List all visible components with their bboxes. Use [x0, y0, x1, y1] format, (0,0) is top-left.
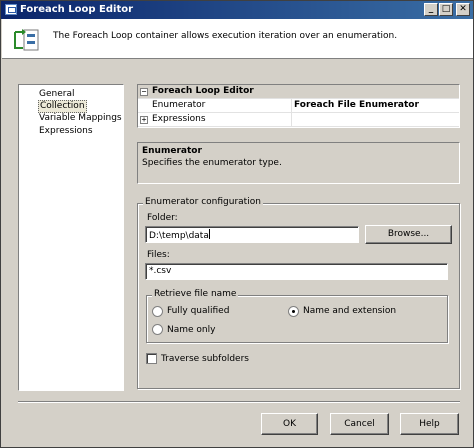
foreach-loop-editor-window: Foreach Loop Editor _ □ ✕ The Foreach Lo…	[0, 0, 474, 448]
description-title: Enumerator	[142, 146, 202, 156]
browse-button[interactable]: Browse...	[365, 225, 452, 244]
fully-qualified-radio[interactable]	[152, 306, 163, 317]
nav-item-general[interactable]: General	[38, 89, 75, 100]
retrieve-file-name-group	[146, 295, 448, 343]
grid-column-divider	[291, 99, 292, 127]
property-name: Enumerator	[152, 100, 206, 110]
files-input[interactable]: *.csv	[145, 263, 448, 280]
fully-qualified-label[interactable]: Fully qualified	[167, 306, 229, 316]
description-text: Specifies the enumerator type.	[142, 158, 282, 168]
foreach-loop-icon	[14, 29, 39, 51]
name-and-extension-radio[interactable]	[288, 306, 299, 317]
files-value: *.csv	[149, 266, 172, 276]
footer-separator	[18, 401, 460, 403]
traverse-subfolders-checkbox[interactable]	[146, 353, 157, 364]
collapse-icon[interactable]: −	[140, 88, 148, 96]
ok-button[interactable]: OK	[261, 413, 318, 435]
expand-icon[interactable]: +	[140, 116, 148, 124]
name-only-radio[interactable]	[152, 324, 163, 335]
text-caret	[208, 229, 210, 239]
nav-list: General Collection Variable Mappings Exp…	[18, 84, 124, 391]
property-grid: − Foreach Loop Editor Enumerator Foreach…	[137, 84, 460, 128]
folder-value: D:\temp\data	[149, 231, 209, 241]
nav-item-collection[interactable]: Collection	[38, 100, 87, 113]
grid-row-expressions[interactable]: + Expressions	[138, 113, 459, 127]
header-description: The Foreach Loop container allows execut…	[53, 31, 398, 41]
nav-item-variable-mappings[interactable]: Variable Mappings	[38, 113, 123, 124]
title-bar[interactable]: Foreach Loop Editor _ □ ✕	[1, 1, 473, 19]
help-button[interactable]: Help	[400, 413, 459, 435]
minimize-button[interactable]: _	[424, 3, 438, 16]
files-label: Files:	[147, 250, 170, 260]
retrieve-file-name-title: Retrieve file name	[152, 289, 239, 299]
cancel-button[interactable]: Cancel	[330, 413, 389, 435]
folder-label: Folder:	[147, 213, 178, 223]
property-name: Expressions	[152, 114, 206, 124]
property-value[interactable]: Foreach File Enumerator	[294, 100, 419, 110]
header-panel: The Foreach Loop container allows execut…	[2, 19, 473, 59]
enumerator-config-title: Enumerator configuration	[143, 197, 263, 207]
folder-input[interactable]: D:\temp\data	[145, 226, 359, 243]
traverse-subfolders-label[interactable]: Traverse subfolders	[161, 354, 249, 364]
description-pane: Enumerator Specifies the enumerator type…	[137, 142, 460, 184]
grid-category-row[interactable]: − Foreach Loop Editor	[138, 85, 459, 99]
close-button[interactable]: ✕	[456, 3, 470, 16]
window-title: Foreach Loop Editor	[20, 4, 134, 15]
editor-app-icon	[5, 4, 17, 15]
name-only-label[interactable]: Name only	[167, 325, 215, 335]
grid-row-enumerator[interactable]: Enumerator Foreach File Enumerator	[138, 99, 459, 113]
maximize-button[interactable]: □	[439, 3, 453, 16]
name-and-extension-label[interactable]: Name and extension	[303, 306, 396, 316]
grid-category-label: Foreach Loop Editor	[152, 86, 254, 96]
nav-item-expressions[interactable]: Expressions	[38, 126, 94, 137]
